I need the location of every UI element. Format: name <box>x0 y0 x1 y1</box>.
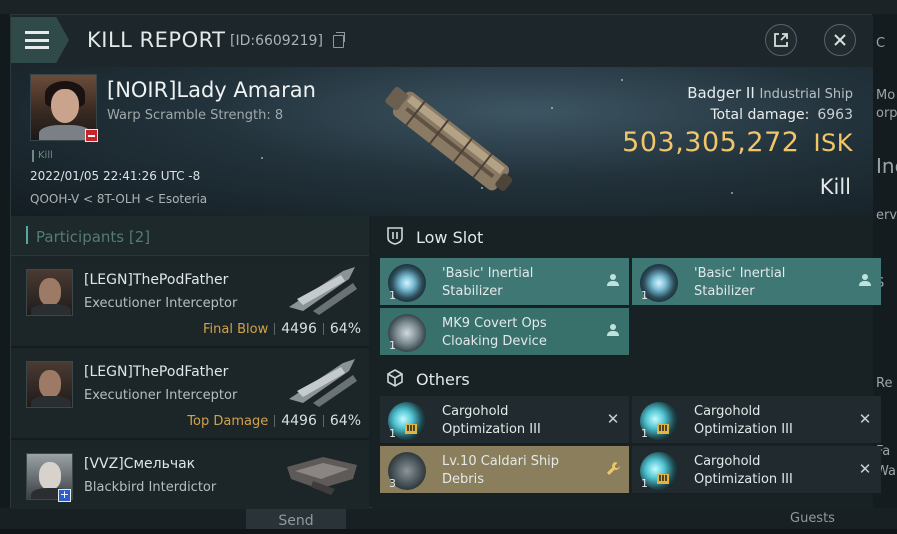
participant-stats: Final Blow 4496 64% <box>203 321 361 337</box>
background-app-bottombar: Send Guests <box>0 508 897 529</box>
destroyed-x-icon: ✕ <box>858 460 872 478</box>
low-slot-icon <box>387 227 403 245</box>
copy-icon[interactable] <box>333 32 345 48</box>
tech-level-icon: III <box>657 424 669 434</box>
item-quantity: 1 <box>641 427 648 440</box>
others-label: Others <box>416 370 470 389</box>
item-name: Cargohold Optimization III <box>694 404 793 437</box>
module-item[interactable]: 1 'Basic' Inertial Stabilizer <box>632 258 881 306</box>
report-id: [ID:6609219] <box>230 33 323 49</box>
participant-row[interactable]: + [VVZ]Смельчак Blackbird Interdictor <box>11 441 369 509</box>
participant-stats: Top Damage 4496 64% <box>187 413 361 429</box>
victim-name[interactable]: [NOIR]Lady Amaran <box>107 78 316 102</box>
participant-ship-image[interactable] <box>283 353 361 409</box>
victim-ship-name[interactable]: Badger II Industrial Ship <box>687 84 853 102</box>
kill-datetime: 2022/01/05 22:41:26 UTC -8 <box>30 169 201 183</box>
participant-damage: 4496 <box>281 321 317 337</box>
close-button[interactable] <box>824 24 856 56</box>
fitted-person-icon <box>605 323 621 339</box>
module-item[interactable]: 3 Lv.10 Caldari Ship Debris <box>380 446 629 494</box>
menu-button[interactable] <box>11 17 69 63</box>
participant-ship: Executioner Interceptor <box>84 296 238 311</box>
low-slot-label: Low Slot <box>416 228 484 247</box>
background-app-topbar <box>0 0 897 14</box>
participant-percent: 64% <box>329 321 361 337</box>
participant-ship: Executioner Interceptor <box>84 388 238 403</box>
guests-label: Guests <box>790 511 835 526</box>
item-name: MK9 Covert Ops Cloaking Device <box>442 316 547 349</box>
external-link-icon <box>774 33 788 47</box>
kill-location[interactable]: QOOH-V < 8T-OLH < Esoteria <box>30 192 207 206</box>
external-link-button[interactable] <box>765 24 797 56</box>
close-icon <box>834 34 846 46</box>
send-button[interactable]: Send <box>246 508 346 529</box>
kill-report-window: KILL REPORT [ID:6609219] [NOIR]Lady Amar… <box>10 14 881 509</box>
item-quantity: 1 <box>641 289 648 302</box>
participant-percent: 64% <box>329 413 361 429</box>
fitted-person-icon <box>857 273 873 289</box>
total-damage: Total damage: 6963 <box>710 107 853 123</box>
module-item[interactable]: III 1 Cargohold Optimization III ✕ <box>632 446 881 494</box>
participant-ship: Blackbird Interdictor <box>84 480 217 495</box>
participant-row[interactable]: [LEGN]ThePodFather Executioner Intercept… <box>11 257 369 348</box>
item-name: Lv.10 Caldari Ship Debris <box>442 454 560 487</box>
window-title: KILL REPORT <box>87 28 226 52</box>
participant-damage: 4496 <box>281 413 317 429</box>
bg-right-text: ervi <box>876 208 897 223</box>
others-header[interactable]: Others <box>372 358 873 398</box>
item-quantity: 1 <box>389 289 396 302</box>
item-quantity: 1 <box>389 339 396 352</box>
item-quantity: 3 <box>389 477 396 490</box>
module-item[interactable]: III 1 Cargohold Optimization III ✕ <box>380 396 629 444</box>
low-slot-header[interactable]: Low Slot <box>372 216 873 256</box>
participant-name[interactable]: [LEGN]ThePodFather <box>84 272 228 288</box>
participant-name[interactable]: [VVZ]Смельчак <box>84 456 195 472</box>
window-titlebar[interactable]: KILL REPORT [ID:6609219] <box>11 15 873 67</box>
tech-level-icon: III <box>405 424 417 434</box>
victim-header: [NOIR]Lady Amaran Warp Scramble Strength… <box>11 67 873 216</box>
module-item[interactable]: III 1 Cargohold Optimization III ✕ <box>632 396 881 444</box>
item-name: Cargohold Optimization III <box>694 454 793 487</box>
participants-count: [2] <box>128 228 151 246</box>
destroyed-x-icon: ✕ <box>858 410 872 428</box>
bg-right-text: Mo <box>876 88 896 103</box>
participant-role: Final Blow <box>203 322 269 337</box>
bg-right-text: C <box>876 36 886 51</box>
bg-right-text: orpo <box>876 106 897 121</box>
fitted-person-icon <box>605 273 621 289</box>
standing-positive-icon: + <box>58 488 71 502</box>
victim-ship-image[interactable] <box>366 81 536 201</box>
item-name: 'Basic' Inertial Stabilizer <box>694 266 786 299</box>
participants-label: Participants <box>36 228 125 246</box>
item-name: Cargohold Optimization III <box>442 404 541 437</box>
participant-name[interactable]: [LEGN]ThePodFather <box>84 364 228 380</box>
participant-row[interactable]: [LEGN]ThePodFather Executioner Intercept… <box>11 349 369 440</box>
bg-right-text: Re <box>876 376 893 391</box>
tech-level-icon: III <box>657 474 669 484</box>
isk-value: 503,305,272 ISK <box>622 127 853 158</box>
module-item[interactable]: 1 MK9 Covert Ops Cloaking Device <box>380 308 629 356</box>
result-label: Kill <box>819 175 851 199</box>
warp-scramble-strength: Warp Scramble Strength: 8 <box>107 108 284 123</box>
cube-icon <box>387 369 403 387</box>
item-quantity: 1 <box>641 477 648 490</box>
dropped-wrench-icon <box>605 461 621 477</box>
bg-right-text: Inc <box>876 154 897 178</box>
participants-header[interactable]: Participants [2] <box>11 216 369 256</box>
participant-avatar[interactable] <box>26 269 73 316</box>
kill-tag: Kill <box>32 150 53 162</box>
item-quantity: 1 <box>389 427 396 440</box>
participant-avatar[interactable] <box>26 361 73 408</box>
participants-panel: Participants [2] [LEGN]ThePodFather Exec… <box>11 216 369 509</box>
participant-ship-image[interactable] <box>283 445 361 501</box>
items-panel: Low Slot 1 'Basic' Inertial Stabilizer 1 … <box>372 216 881 509</box>
participant-ship-image[interactable] <box>283 261 361 317</box>
background-app-left-edge <box>0 14 10 529</box>
standing-negative-icon <box>85 129 98 142</box>
participant-role: Top Damage <box>187 414 269 429</box>
item-name: 'Basic' Inertial Stabilizer <box>442 266 534 299</box>
menu-icon <box>25 31 49 49</box>
module-item[interactable]: 1 'Basic' Inertial Stabilizer <box>380 258 629 306</box>
destroyed-x-icon: ✕ <box>606 410 620 428</box>
